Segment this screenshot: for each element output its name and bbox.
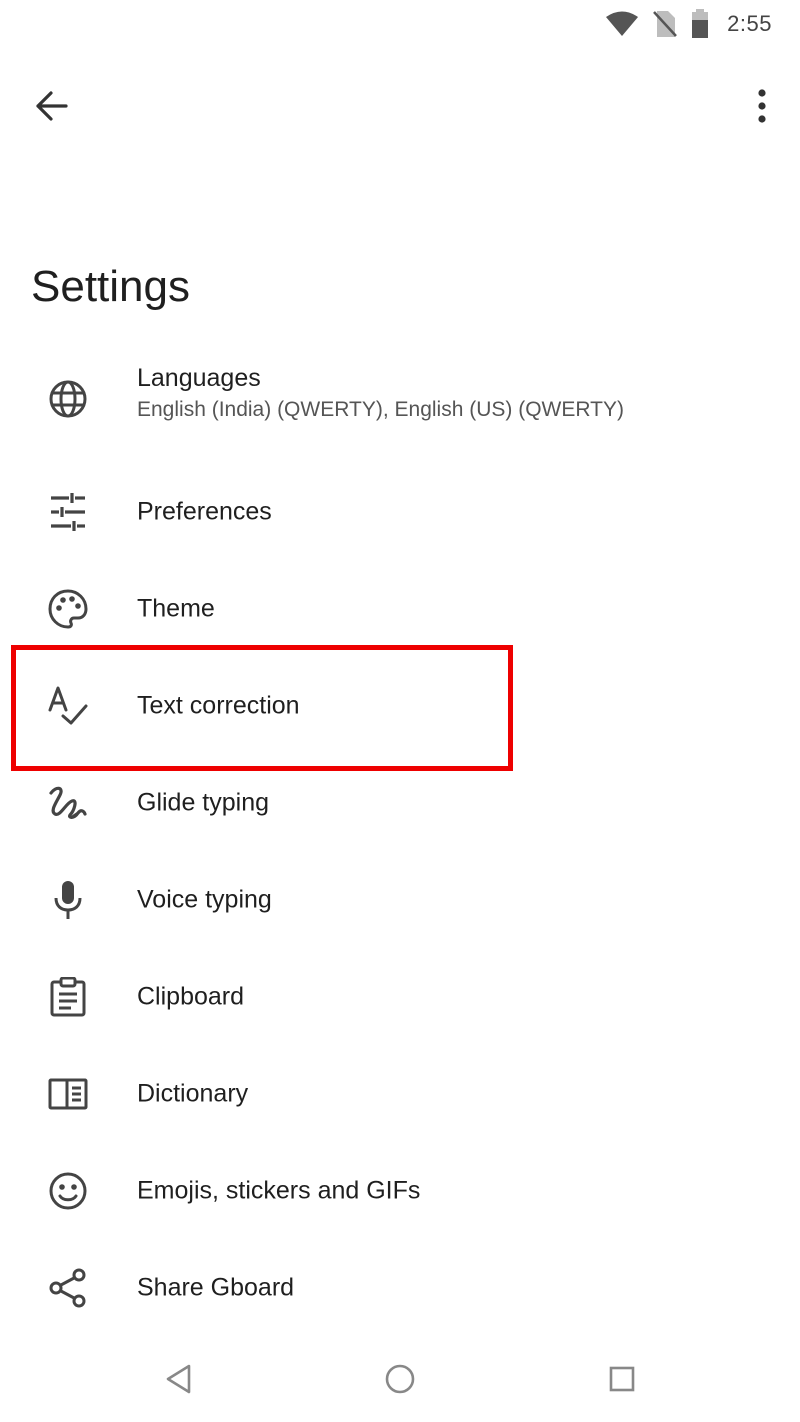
settings-item-label: Preferences (137, 497, 272, 525)
settings-item-emojis[interactable]: Emojis, stickers and GIFs (0, 1142, 800, 1239)
settings-item-label: Share Gboard (137, 1273, 295, 1301)
nav-home-button[interactable] (375, 1356, 425, 1406)
settings-item-share-gboard[interactable]: Share Gboard (0, 1239, 800, 1336)
settings-item-theme[interactable]: Theme (0, 560, 800, 657)
settings-item-label: Theme (137, 594, 215, 622)
spellcheck-icon (44, 682, 92, 730)
settings-item-languages[interactable]: Languages English (India) (QWERTY), Engl… (0, 350, 800, 447)
mic-icon (44, 876, 92, 924)
nav-bar (0, 1340, 800, 1422)
settings-item-preferences[interactable]: Preferences (0, 463, 800, 560)
home-circle-icon (384, 1363, 416, 1400)
settings-item-label: Voice typing (137, 885, 272, 913)
tune-icon (44, 488, 92, 536)
settings-item-label: Clipboard (137, 982, 245, 1010)
settings-item-label: Text correction (137, 691, 300, 719)
settings-item-label: Emojis, stickers and GIFs (137, 1176, 421, 1204)
clipboard-icon (44, 973, 92, 1021)
settings-item-dictionary[interactable]: Dictionary (0, 1045, 800, 1142)
settings-item-label: Dictionary (137, 1079, 249, 1107)
nav-back-button[interactable] (153, 1356, 203, 1406)
settings-item-label: Glide typing (137, 788, 270, 816)
globe-icon (44, 375, 92, 423)
emoji-icon (44, 1167, 92, 1215)
palette-icon (44, 585, 92, 633)
settings-item-voice-typing[interactable]: Voice typing (0, 851, 800, 948)
share-icon (44, 1264, 92, 1312)
settings-item-glide-typing[interactable]: Glide typing (0, 754, 800, 851)
settings-item-sublabel: English (India) (QWERTY), English (US) (… (137, 398, 624, 421)
settings-item-clipboard[interactable]: Clipboard (0, 948, 800, 1045)
settings-item-label: Languages (137, 364, 261, 392)
settings-list: Languages English (India) (QWERTY), Engl… (0, 0, 800, 1340)
back-triangle-icon (164, 1363, 192, 1400)
dictionary-icon (44, 1070, 92, 1118)
settings-item-text-correction[interactable]: Text correction (0, 657, 800, 754)
recents-square-icon (608, 1365, 636, 1398)
gesture-icon (44, 779, 92, 827)
nav-recents-button[interactable] (597, 1356, 647, 1406)
